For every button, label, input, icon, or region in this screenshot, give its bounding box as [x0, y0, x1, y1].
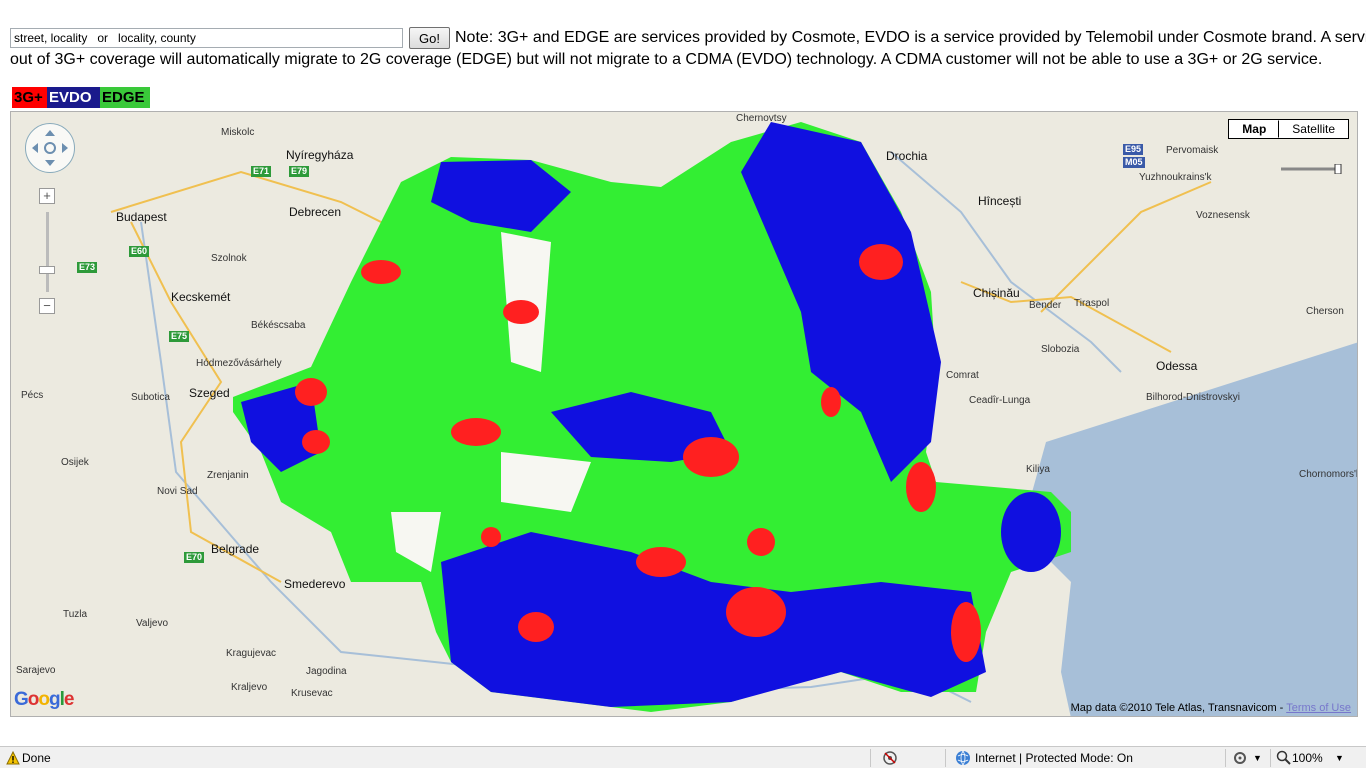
coverage-legend: 3G+ EVDO EDGE — [12, 87, 150, 108]
shield-e71: E71 — [251, 166, 272, 177]
coverage-red-pitesti — [481, 527, 501, 547]
place-szeged: Szeged — [189, 386, 230, 400]
place-kraljevo: Kraljevo — [231, 682, 268, 693]
copyright-text: Map data ©2010 Tele Atlas, Transnavicom … — [1070, 702, 1287, 714]
status-done: Done — [22, 751, 51, 765]
place-yuzhnoukrainsk: Yuzhnoukrains'k — [1139, 172, 1212, 183]
coverage-red-bucharest — [726, 587, 786, 637]
map-copyright: Map data ©2010 Tele Atlas, Transnavicom … — [1071, 702, 1351, 714]
go-button[interactable]: Go! — [409, 27, 450, 49]
shield-e95: E95 — [1123, 144, 1144, 155]
warning-icon — [6, 751, 20, 765]
zoom-chevron-down-icon[interactable]: ▼ — [1335, 753, 1344, 763]
coverage-blue-dobrogea — [1001, 492, 1061, 572]
zoom-slider-track[interactable] — [46, 212, 49, 292]
place-subotica: Subotica — [131, 392, 170, 403]
coverage-red-oradea — [361, 260, 401, 284]
place-chornomorsk: Chornomors'ke — [1299, 469, 1357, 480]
place-kiliya: Kiliya — [1026, 464, 1050, 475]
map-type-control: Map Satellite — [1228, 119, 1349, 139]
place-sarajevo: Sarajevo — [16, 665, 56, 676]
place-krusevac: Krusevac — [291, 688, 333, 699]
legend-edge: EDGE — [100, 87, 150, 108]
coverage-red-targoviste — [747, 528, 775, 556]
place-kragujevac: Kragujevac — [226, 648, 277, 659]
place-izvoarele: Slobozia — [1041, 344, 1080, 355]
google-logo: Google — [14, 689, 74, 710]
zoom-level[interactable]: 100% — [1292, 751, 1323, 765]
place-debrecen: Debrecen — [289, 205, 342, 219]
globe-icon — [956, 750, 970, 766]
place-drochia: Drochia — [886, 149, 928, 163]
privacy-icon[interactable] — [882, 750, 898, 766]
coverage-red-ploiesti — [636, 547, 686, 577]
legend-evdo: EVDO — [47, 87, 100, 108]
coverage-red-galati — [906, 462, 936, 512]
shield-m05: M05 — [1123, 157, 1145, 168]
place-miskolc: Miskolc — [221, 127, 255, 138]
place-szolnok: Szolnok — [211, 253, 247, 264]
place-bender: Bender — [1029, 300, 1062, 311]
place-jagodina: Jagodina — [306, 666, 347, 677]
place-ceadir: Ceadîr-Lunga — [969, 395, 1031, 406]
place-chisinau: Chișinău — [973, 286, 1020, 300]
shield-e60: E60 — [129, 246, 150, 257]
map-type-map-button[interactable]: Map — [1229, 120, 1280, 138]
opacity-slider[interactable] — [1279, 164, 1345, 174]
hand-icon — [32, 130, 68, 166]
browser-status-bar: Done Internet | Protected Mode: On ▼ 100… — [0, 746, 1366, 768]
place-smederevo: Smederevo — [284, 577, 346, 591]
place-cherson: Cherson — [1306, 306, 1344, 317]
place-voznesensk: Voznesensk — [1196, 210, 1250, 221]
coverage-red-cluj — [503, 300, 539, 324]
note-line-2: out of 3G+ coverage will automatically m… — [10, 51, 1323, 68]
pan-control[interactable] — [25, 123, 75, 173]
place-odessa: Odessa — [1156, 359, 1198, 373]
settings-icon[interactable] — [1232, 750, 1248, 766]
coverage-red-brasov — [683, 437, 739, 477]
place-budapest: Budapest — [116, 210, 167, 224]
place-nyiregyhaza: Nyíregyháza — [286, 148, 354, 162]
place-chernovtsy: Chernovtsy — [736, 113, 787, 124]
map-base — [110, 122, 1357, 716]
zoom-slider-handle[interactable] — [39, 266, 55, 274]
place-hodmezo: Hódmezővásárhely — [196, 358, 282, 369]
place-novisad: Novi Sad — [157, 486, 198, 497]
place-comrat: Comrat — [946, 370, 979, 381]
terms-of-use-link[interactable]: Terms of Use — [1286, 702, 1351, 714]
place-tuzla: Tuzla — [63, 609, 88, 620]
place-bekescsaba: Békéscsaba — [251, 320, 306, 331]
zoom-icon[interactable] — [1276, 750, 1292, 766]
shield-e79: E79 — [289, 166, 310, 177]
coverage-red-iasi — [859, 244, 903, 280]
shield-e73: E73 — [77, 262, 98, 273]
zoom-out-button[interactable]: − — [39, 298, 55, 314]
place-bilhorod: Bilhorod-Dnistrovskyi — [1146, 392, 1240, 403]
coverage-red-constanta — [951, 602, 981, 662]
legend-3g: 3G+ — [12, 87, 47, 108]
place-belgrade: Belgrade — [211, 542, 260, 556]
coverage-red-craiova — [518, 612, 554, 642]
place-osijek: Osijek — [61, 457, 89, 468]
coverage-red-timisoara — [295, 378, 327, 406]
security-zone[interactable]: Internet | Protected Mode: On — [975, 751, 1133, 765]
place-hincesti: Hîncești — [978, 194, 1022, 208]
place-tiraspol: Tiraspol — [1074, 298, 1110, 309]
place-pecs: Pécs — [21, 390, 44, 401]
zoom-in-button[interactable]: + — [39, 188, 55, 204]
coverage-red-arad — [302, 430, 330, 454]
shield-e75: E75 — [169, 331, 190, 342]
coverage-red-sibiu — [451, 418, 501, 446]
search-input[interactable] — [10, 28, 403, 48]
shield-e70: E70 — [184, 552, 205, 563]
place-pervomaisk: Pervomaisk — [1166, 145, 1219, 156]
chevron-down-icon[interactable]: ▼ — [1253, 753, 1262, 763]
note-line-1: Note: 3G+ and EDGE are services provided… — [455, 29, 1366, 46]
place-valjevo: Valjevo — [136, 618, 169, 629]
place-zrenjanin: Zrenjanin — [207, 470, 249, 481]
coverage-red-bacau — [821, 387, 841, 417]
place-kecskemet: Kecskemét — [171, 290, 231, 304]
coverage-map[interactable]: Miskolc Nyíregyháza Budapest Debrecen Sz… — [10, 111, 1358, 717]
map-type-satellite-button[interactable]: Satellite — [1279, 120, 1348, 138]
